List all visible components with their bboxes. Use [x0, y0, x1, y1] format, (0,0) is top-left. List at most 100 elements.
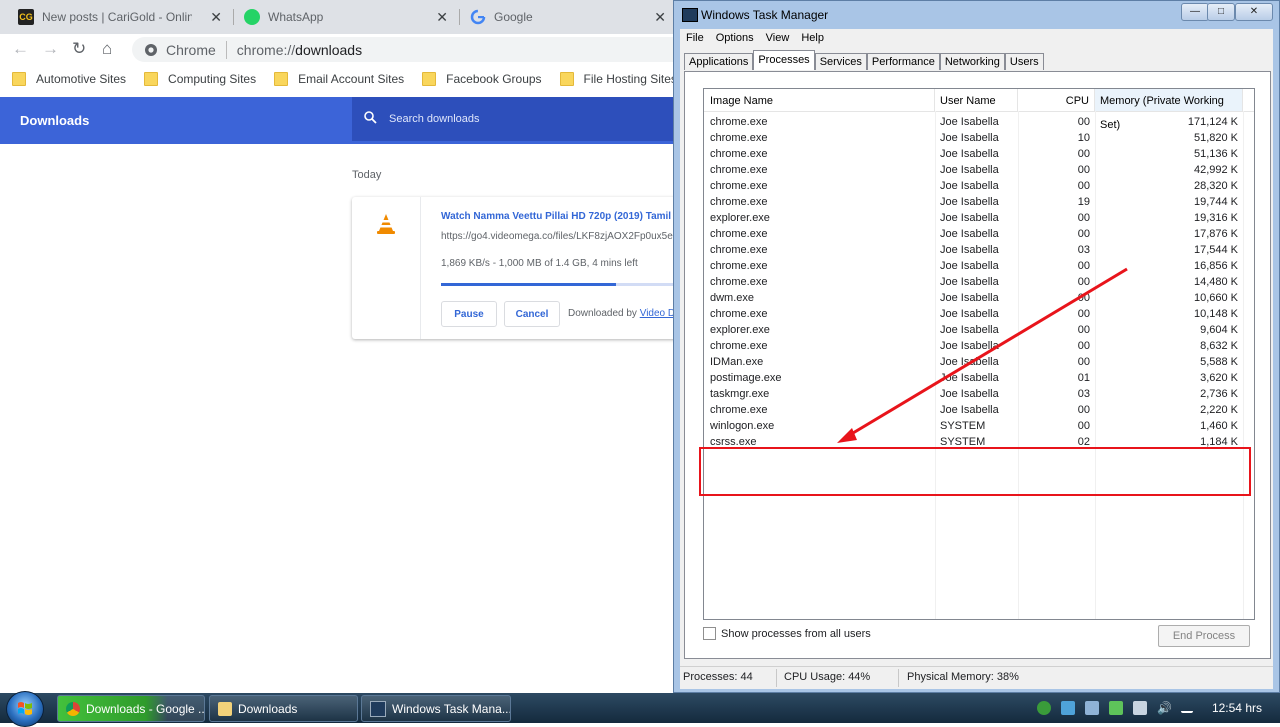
- url-host: downloads: [295, 41, 363, 58]
- download-status: 1,869 KB/s - 1,000 MB of 1.4 GB, 4 mins …: [441, 258, 638, 269]
- back-icon[interactable]: ←: [12, 39, 29, 59]
- process-row[interactable]: chrome.exe Joe Isabella 10 51,820 K: [704, 131, 1254, 147]
- download-filename-link[interactable]: Watch Namma Veettu Pillai HD 720p (2019)…: [441, 211, 676, 222]
- process-row[interactable]: postimage.exe Joe Isabella 01 3,620 K: [704, 371, 1254, 387]
- process-memory: 17,876 K: [1193, 228, 1238, 240]
- process-row[interactable]: chrome.exe Joe Isabella 00 16,856 K: [704, 259, 1254, 275]
- tab-google[interactable]: Google ✕: [460, 0, 676, 34]
- downloaded-by-link[interactable]: Video Do: [640, 308, 676, 319]
- process-row[interactable]: chrome.exe Joe Isabella 00 14,480 K: [704, 275, 1254, 291]
- process-memory: 2,220 K: [1200, 404, 1238, 416]
- process-memory: 14,480 K: [1193, 276, 1238, 288]
- process-user-name: Joe Isabella: [940, 308, 999, 320]
- cancel-button[interactable]: Cancel: [504, 301, 560, 327]
- process-row[interactable]: dwm.exe Joe Isabella 00 10,660 K: [704, 291, 1254, 307]
- process-memory: 8,632 K: [1200, 340, 1238, 352]
- process-row[interactable]: chrome.exe Joe Isabella 00 10,148 K: [704, 307, 1254, 323]
- maximize-icon[interactable]: □: [1207, 3, 1235, 21]
- search-downloads-input[interactable]: Search downloads: [352, 97, 676, 141]
- process-row[interactable]: chrome.exe Joe Isabella 00 2,220 K: [704, 403, 1254, 419]
- start-button[interactable]: [6, 691, 44, 727]
- tab-networking[interactable]: Networking: [939, 53, 1005, 70]
- reload-icon[interactable]: ↻: [72, 39, 86, 59]
- bookmark-computing[interactable]: Computing Sites: [144, 72, 256, 86]
- pause-button[interactable]: Pause: [441, 301, 497, 327]
- column-memory[interactable]: Memory (Private Working Set): [1095, 89, 1243, 131]
- end-process-button[interactable]: End Process: [1158, 625, 1250, 647]
- title-bar[interactable]: Windows Task Manager — □ ✕: [674, 1, 1279, 27]
- process-cpu: 00: [1077, 116, 1090, 128]
- process-cpu: 03: [1077, 388, 1090, 400]
- column-cpu[interactable]: CPU: [1018, 89, 1095, 111]
- taskbar-downloads-folder[interactable]: Downloads: [209, 695, 358, 722]
- bookmark-automotive[interactable]: Automotive Sites: [12, 72, 126, 86]
- taskbar-chrome-downloads[interactable]: Downloads - Google ...: [57, 695, 205, 722]
- menu-help[interactable]: Help: [795, 29, 830, 47]
- menu-bar: File Options View Help: [680, 29, 1273, 47]
- menu-view[interactable]: View: [760, 29, 796, 47]
- taskbar-task-manager[interactable]: Windows Task Mana...: [361, 695, 511, 722]
- volume-icon[interactable]: 🔊: [1157, 701, 1172, 715]
- process-row[interactable]: explorer.exe Joe Isabella 00 9,604 K: [704, 323, 1254, 339]
- tab-services[interactable]: Services: [814, 53, 867, 70]
- device-icon[interactable]: [1132, 701, 1147, 715]
- menu-options[interactable]: Options: [710, 29, 760, 47]
- process-user-name: Joe Isabella: [940, 196, 999, 208]
- bookmarks-bar: Automotive Sites Computing Sites Email A…: [0, 64, 676, 94]
- minimize-icon[interactable]: —: [1181, 3, 1209, 21]
- process-memory: 9,604 K: [1200, 324, 1238, 336]
- folder-icon: [422, 72, 437, 86]
- tab-applications[interactable]: Applications: [684, 53, 754, 70]
- process-row[interactable]: winlogon.exe SYSTEM 00 1,460 K: [704, 419, 1254, 435]
- process-row[interactable]: chrome.exe Joe Isabella 00 17,876 K: [704, 227, 1254, 243]
- process-row[interactable]: chrome.exe Joe Isabella 00 42,992 K: [704, 163, 1254, 179]
- column-image-name[interactable]: Image Name: [704, 89, 935, 111]
- process-row[interactable]: taskmgr.exe Joe Isabella 03 2,736 K: [704, 387, 1254, 403]
- tab-performance[interactable]: Performance: [866, 53, 940, 70]
- show-all-processes[interactable]: Show processes from all users: [703, 627, 871, 640]
- process-memory: 16,856 K: [1193, 260, 1238, 272]
- bookmark-email[interactable]: Email Account Sites: [274, 72, 404, 86]
- process-row[interactable]: chrome.exe Joe Isabella 00 8,632 K: [704, 339, 1254, 355]
- tab-processes[interactable]: Processes: [753, 50, 815, 70]
- process-memory: 10,148 K: [1193, 308, 1238, 320]
- process-cpu: 00: [1077, 260, 1090, 272]
- process-row[interactable]: chrome.exe Joe Isabella 00 28,320 K: [704, 179, 1254, 195]
- process-cpu: 00: [1077, 164, 1090, 176]
- download-source-url[interactable]: https://go4.videomega.co/files/LKF8zjAOX…: [441, 231, 676, 242]
- column-user-name[interactable]: User Name: [935, 89, 1018, 111]
- home-icon[interactable]: ⌂: [102, 39, 112, 59]
- tab-whatsapp[interactable]: WhatsApp ✕: [234, 0, 458, 34]
- display-icon[interactable]: [1084, 701, 1099, 715]
- process-image-name: chrome.exe: [710, 260, 768, 272]
- tab-carigold[interactable]: CG New posts | CariGold - Online Bu ✕: [0, 0, 232, 34]
- menu-file[interactable]: File: [680, 29, 710, 47]
- clock[interactable]: 12:54 hrs: [1212, 701, 1262, 715]
- process-row[interactable]: chrome.exe Joe Isabella 00 51,136 K: [704, 147, 1254, 163]
- close-icon[interactable]: ✕: [1235, 3, 1273, 21]
- process-row[interactable]: chrome.exe Joe Isabella 00 171,124 K: [704, 115, 1254, 131]
- bookmark-facebook[interactable]: Facebook Groups: [422, 72, 542, 86]
- window-title: Windows Task Manager: [701, 8, 829, 22]
- signal-icon[interactable]: [1180, 703, 1193, 713]
- show-all-checkbox[interactable]: [703, 627, 716, 640]
- process-row[interactable]: explorer.exe Joe Isabella 00 19,316 K: [704, 211, 1254, 227]
- tab-close-icon[interactable]: ✕: [436, 9, 448, 26]
- process-row[interactable]: IDMan.exe Joe Isabella 00 5,588 K: [704, 355, 1254, 371]
- process-list[interactable]: Image Name User Name CPU Memory (Private…: [703, 88, 1255, 620]
- process-image-name: chrome.exe: [710, 164, 768, 176]
- network-app-icon[interactable]: [1060, 701, 1075, 715]
- process-rows: chrome.exe Joe Isabella 00 171,124 Kchrome.…: [704, 115, 1254, 451]
- tab-close-icon[interactable]: ✕: [654, 9, 666, 26]
- forward-icon[interactable]: →: [42, 39, 59, 59]
- process-row[interactable]: chrome.exe Joe Isabella 19 19,744 K: [704, 195, 1254, 211]
- address-bar[interactable]: Chrome chrome:// downloads: [132, 37, 676, 62]
- bookmark-label: Facebook Groups: [446, 72, 542, 86]
- process-row[interactable]: chrome.exe Joe Isabella 03 17,544 K: [704, 243, 1254, 259]
- tab-users[interactable]: Users: [1004, 53, 1044, 70]
- tab-close-icon[interactable]: ✕: [210, 9, 222, 26]
- bookmark-file-hosting[interactable]: File Hosting Sites: [559, 72, 676, 86]
- security-icon[interactable]: [1036, 701, 1051, 715]
- process-memory: 28,320 K: [1193, 180, 1238, 192]
- battery-icon[interactable]: [1108, 701, 1123, 715]
